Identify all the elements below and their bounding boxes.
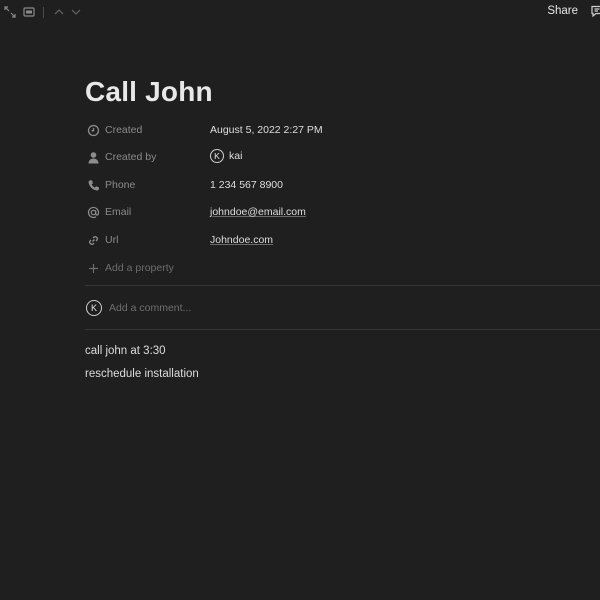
at-icon	[87, 206, 100, 219]
user-name: kai	[229, 149, 243, 162]
property-phone[interactable]: Phone 1 234 567 8900	[85, 176, 600, 198]
clock-icon	[87, 124, 100, 137]
divider	[85, 329, 600, 330]
avatar: K	[210, 149, 224, 163]
comment-input[interactable]: Add a comment...	[109, 302, 191, 314]
divider	[85, 285, 600, 286]
page-title[interactable]: Call John	[85, 76, 213, 108]
top-bar: Share	[0, 0, 600, 26]
property-created-by[interactable]: Created by Kkai	[85, 148, 600, 170]
property-created[interactable]: Created August 5, 2022 2:27 PM	[85, 121, 600, 143]
expand-icon[interactable]	[3, 5, 17, 19]
property-url[interactable]: Url Johndoe.com	[85, 231, 600, 253]
property-label: Phone	[105, 179, 136, 191]
property-label: Created by	[105, 151, 157, 163]
property-value: August 5, 2022 2:27 PM	[210, 124, 323, 136]
property-value: Kkai	[210, 149, 242, 163]
phone-icon	[87, 179, 100, 192]
sidebar-peek-icon[interactable]	[22, 5, 36, 19]
comment-icon[interactable]	[590, 4, 600, 18]
text-block[interactable]: reschedule installation	[85, 368, 199, 380]
share-button[interactable]: Share	[547, 5, 578, 17]
add-property-label: Add a property	[105, 262, 174, 274]
comment-bar: K Add a comment...	[85, 298, 600, 320]
avatar: K	[86, 300, 102, 316]
plus-icon	[87, 262, 100, 275]
chevron-down-icon[interactable]	[69, 5, 83, 19]
text-block[interactable]: call john at 3:30	[85, 345, 166, 357]
add-property-button[interactable]: Add a property	[85, 259, 600, 281]
property-email[interactable]: Email johndoe@email.com	[85, 203, 600, 225]
property-label: Email	[105, 206, 132, 218]
email-link[interactable]: johndoe@email.com	[210, 206, 306, 218]
property-value[interactable]: 1 234 567 8900	[210, 179, 283, 191]
chevron-up-icon[interactable]	[52, 5, 66, 19]
person-icon	[87, 151, 100, 164]
property-label: Url	[105, 234, 119, 246]
link-icon	[87, 234, 100, 247]
url-link[interactable]: Johndoe.com	[210, 234, 273, 246]
toolbar-divider	[43, 7, 44, 18]
property-label: Created	[105, 124, 143, 136]
